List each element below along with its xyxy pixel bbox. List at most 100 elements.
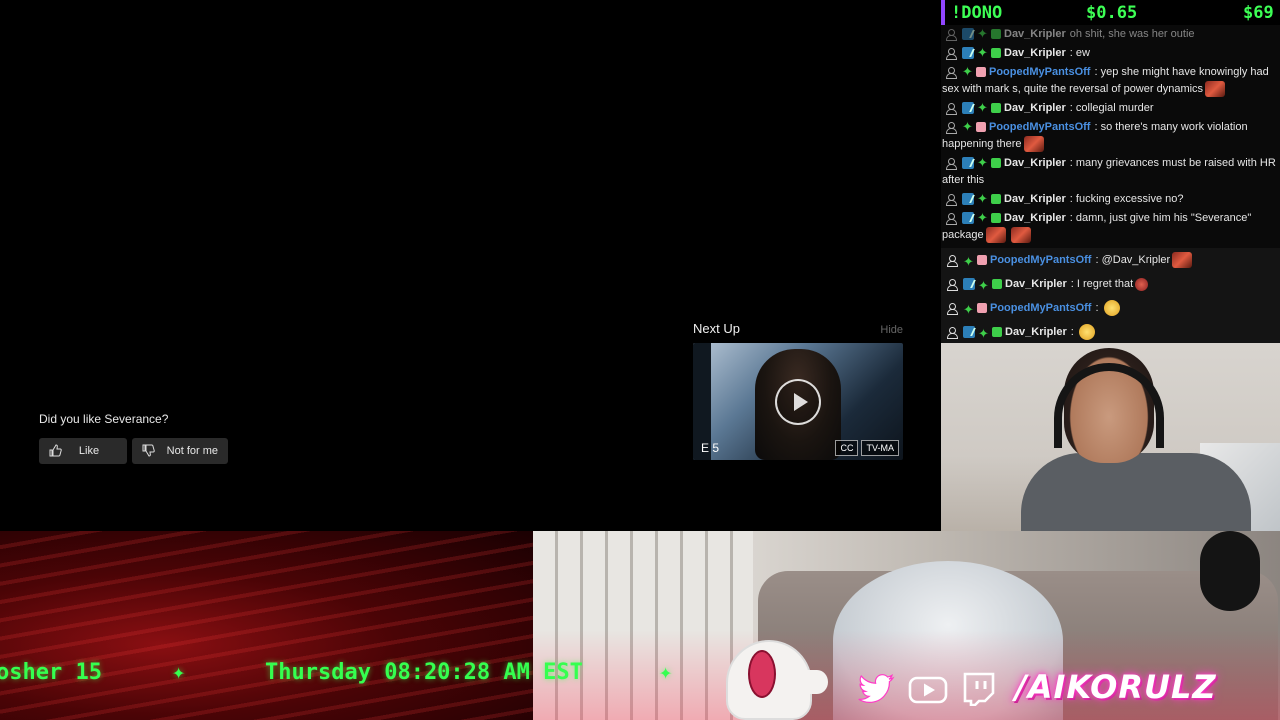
thumbs-down-icon <box>142 444 155 457</box>
streamer-handle: /AIKORULZ <box>1015 668 1217 706</box>
chat-username[interactable]: Dav_Kripler <box>1004 28 1066 40</box>
youtube-icon[interactable] <box>908 672 948 706</box>
prime-badge-icon <box>962 28 974 41</box>
sparkle-badge-icon <box>977 25 988 42</box>
not-for-me-button[interactable]: Not for me <box>132 438 228 464</box>
sub-badge-icon <box>977 255 987 266</box>
chat-message: PoopedMyPantsOff: @Dav_Kripler <box>941 248 1280 273</box>
chat-message: Dav_Kripler: ew <box>941 44 1280 63</box>
emote-icon <box>1103 300 1120 317</box>
chat-text: I regret that <box>1076 278 1134 290</box>
twitch-icon[interactable] <box>958 672 996 706</box>
chat-message: PoopedMyPantsOff: so there's many work v… <box>941 118 1280 154</box>
chat-username[interactable]: PoopedMyPantsOff <box>990 254 1091 266</box>
stream-chat: !DONO $0.65 $69 Dav_Kripleroh shit, she … <box>941 0 1280 343</box>
sparkle-badge-icon <box>978 323 989 343</box>
prime-badge-icon <box>962 212 974 225</box>
chat-username[interactable]: PoopedMyPantsOff <box>990 302 1091 314</box>
like-label: Like <box>78 445 100 457</box>
play-icon[interactable] <box>775 379 821 425</box>
user-icon <box>946 102 957 116</box>
prime-badge-icon <box>962 193 974 206</box>
prime-badge-icon <box>962 47 974 60</box>
dono-goal: $69 <box>1243 2 1274 23</box>
chat-username[interactable]: Dav_Kripler <box>1004 193 1066 205</box>
prime-badge-icon <box>963 326 975 339</box>
chat-text: collegial murder <box>1075 102 1154 114</box>
video-player[interactable]: Did you like Severance? Like Not for me … <box>0 0 941 531</box>
chat-message: Dav_Kripleroh shit, she was her outie <box>941 25 1280 44</box>
chat-username[interactable]: Dav_Kripler <box>1004 47 1066 59</box>
like-button[interactable]: Like <box>39 438 127 464</box>
chat-message: Dav_Kripler: I regret that <box>941 272 1280 297</box>
chat-text: so there's many work violation happening… <box>942 121 1248 150</box>
chat-message: Dav_Kripler: collegial murder <box>941 99 1280 118</box>
episode-number: E 5 <box>701 441 720 455</box>
rating-question: Did you like Severance? <box>39 412 169 426</box>
sparkle-icon: ✦ <box>172 659 186 685</box>
chat-username[interactable]: Dav_Kripler <box>1004 157 1066 169</box>
user-icon <box>946 28 957 42</box>
user-icon <box>947 302 958 316</box>
lava-background <box>0 531 533 720</box>
hide-button[interactable]: Hide <box>880 324 903 336</box>
microphone <box>1200 531 1260 611</box>
emote-icon <box>1023 136 1044 153</box>
chat-message: PoopedMyPantsOff: yep she might have kno… <box>941 63 1280 99</box>
sparkle-badge-icon <box>978 275 989 297</box>
sub-badge-icon <box>991 213 1001 224</box>
dono-amount: $0.65 <box>1086 2 1138 23</box>
sub-badge-icon <box>992 279 1002 290</box>
sparkle-badge-icon <box>963 299 974 321</box>
sparkle-badge-icon <box>977 154 988 171</box>
thumbs-up-icon <box>49 444 62 457</box>
sub-badge-icon <box>991 48 1001 59</box>
sub-badge-icon <box>991 29 1001 40</box>
sub-badge-icon <box>991 194 1001 205</box>
prime-badge-icon <box>963 278 975 291</box>
webcam-feed <box>941 343 1280 531</box>
chat-text: oh shit, she was her outie <box>1069 28 1195 40</box>
sparkle-badge-icon <box>977 209 988 226</box>
not-for-me-label: Not for me <box>166 445 218 457</box>
user-icon <box>946 212 957 226</box>
emote-icon <box>1078 324 1095 341</box>
chat-text: ew <box>1075 47 1090 59</box>
cc-badge: CC <box>835 440 859 456</box>
chat-text: fucking excessive no? <box>1075 193 1184 205</box>
chat-username[interactable]: Dav_Kripler <box>1005 278 1067 290</box>
chat-username[interactable]: PoopedMyPantsOff <box>989 121 1090 133</box>
user-icon <box>946 66 957 80</box>
chat-username[interactable]: Dav_Kripler <box>1004 102 1066 114</box>
chat-recent: PoopedMyPantsOff: @Dav_Kripler Dav_Kripl… <box>941 248 1280 343</box>
mascot-logo <box>726 640 828 720</box>
user-icon <box>946 157 957 171</box>
user-icon <box>946 193 957 207</box>
chat-message: Dav_Kripler: <box>941 320 1280 343</box>
social-links <box>858 672 996 706</box>
user-icon <box>946 47 957 61</box>
next-up-heading: Next Up <box>693 321 740 336</box>
twitter-icon[interactable] <box>858 672 896 706</box>
donation-bar: !DONO $0.65 $69 <box>941 0 1280 25</box>
ticker-date: osher 15 <box>0 659 102 685</box>
chat-message: Dav_Kripler: many grievances must be rai… <box>941 154 1280 190</box>
sub-badge-icon <box>976 67 986 78</box>
chat-username[interactable]: Dav_Kripler <box>1005 326 1067 338</box>
emote-icon <box>1135 277 1149 291</box>
emote-icon <box>985 227 1006 244</box>
sub-badge-icon <box>977 303 987 314</box>
sparkle-badge-icon <box>977 44 988 61</box>
chat-username[interactable]: PoopedMyPantsOff <box>989 66 1090 78</box>
sparkle-badge-icon <box>962 63 973 80</box>
prime-badge-icon <box>962 102 974 115</box>
chat-username[interactable]: Dav_Kripler <box>1004 212 1066 224</box>
sparkle-badge-icon <box>977 99 988 116</box>
prime-badge-icon <box>962 157 974 170</box>
rating-badge: TV-MA <box>861 440 899 456</box>
user-icon <box>946 121 957 135</box>
user-icon <box>947 254 958 268</box>
sub-badge-icon <box>991 103 1001 114</box>
next-episode-thumbnail[interactable]: E 5 CC TV-MA <box>693 343 903 460</box>
sparkle-icon: ✦ <box>659 659 673 685</box>
